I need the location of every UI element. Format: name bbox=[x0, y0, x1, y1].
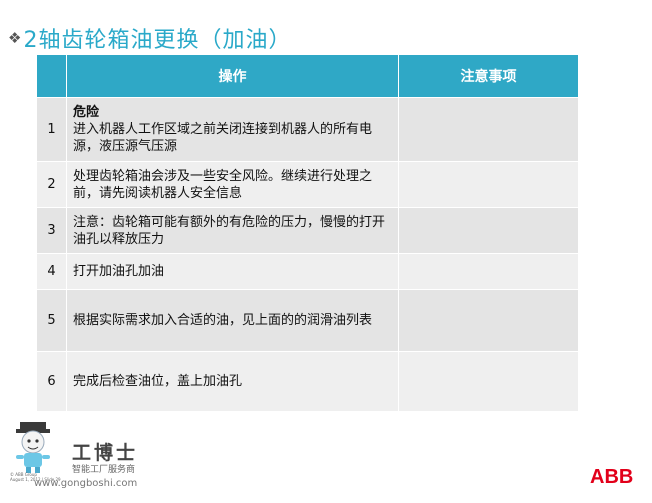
table-row: 1 危险 进入机器人工作区域之前关闭连接到机器人的所有电源，液压源气压源 bbox=[36, 97, 579, 162]
diamond-bullet-icon: ❖ bbox=[8, 28, 22, 47]
brand-name: 工博士 bbox=[72, 442, 139, 464]
row-operation-text: 根据实际需求加入合适的油，见上面的的润滑油列表 bbox=[66, 289, 399, 352]
abb-logo: ABB bbox=[590, 466, 634, 488]
row-note bbox=[398, 97, 579, 162]
row-operation-text: 打开加油孔加油 bbox=[66, 253, 399, 290]
header-num bbox=[36, 54, 67, 98]
row-operation-text: 进入机器人工作区域之前关闭连接到机器人的所有电源，液压源气压源 bbox=[73, 122, 373, 154]
row-operation-text: 注意：齿轮箱可能有额外的有危险的压力，慢慢的打开油孔以释放压力 bbox=[66, 207, 399, 254]
danger-label: 危险 bbox=[73, 105, 100, 120]
table-row: 3 注意：齿轮箱可能有额外的有危险的压力，慢慢的打开油孔以释放压力 bbox=[36, 207, 579, 254]
title-text: 2轴齿轮箱油更换（加油） bbox=[23, 28, 292, 53]
row-number: 1 bbox=[36, 97, 67, 162]
brand-logo: 工博士 智能工厂服务商 © ABB Group August 1, 2012 |… bbox=[10, 420, 150, 496]
table-row: 6 完成后检查油位，盖上加油孔 bbox=[36, 351, 579, 412]
table-row: 2 处理齿轮箱油会涉及一些安全风险。继续进行处理之前，请先阅读机器人安全信息 bbox=[36, 161, 579, 208]
row-number: 6 bbox=[36, 351, 67, 412]
steps-table: 操作 注意事项 1 危险 进入机器人工作区域之前关闭连接到机器人的所有电源，液压… bbox=[36, 54, 579, 412]
robot-mascot-icon bbox=[16, 422, 50, 473]
brand-subtitle: 智能工厂服务商 bbox=[72, 465, 136, 475]
table-row: 5 根据实际需求加入合适的油，见上面的的润滑油列表 bbox=[36, 289, 579, 352]
table-header-row: 操作 注意事项 bbox=[36, 54, 579, 98]
row-operation-text: 完成后检查油位，盖上加油孔 bbox=[66, 351, 399, 412]
brand-url[interactable]: www.gongboshi.com bbox=[34, 478, 137, 489]
row-number: 4 bbox=[36, 253, 67, 290]
row-number: 2 bbox=[36, 161, 67, 208]
row-note bbox=[398, 351, 579, 412]
header-operation: 操作 bbox=[66, 54, 399, 98]
row-operation: 危险 进入机器人工作区域之前关闭连接到机器人的所有电源，液压源气压源 bbox=[66, 97, 399, 162]
header-notes: 注意事项 bbox=[398, 54, 579, 98]
row-number: 3 bbox=[36, 207, 67, 254]
row-number: 5 bbox=[36, 289, 67, 352]
row-note bbox=[398, 207, 579, 254]
table-row: 4 打开加油孔加油 bbox=[36, 253, 579, 290]
row-note bbox=[398, 253, 579, 290]
row-note bbox=[398, 161, 579, 208]
row-note bbox=[398, 289, 579, 352]
page-title: ❖ 2轴齿轮箱油更换（加油） bbox=[8, 22, 291, 54]
row-operation-text: 处理齿轮箱油会涉及一些安全风险。继续进行处理之前，请先阅读机器人安全信息 bbox=[66, 161, 399, 208]
